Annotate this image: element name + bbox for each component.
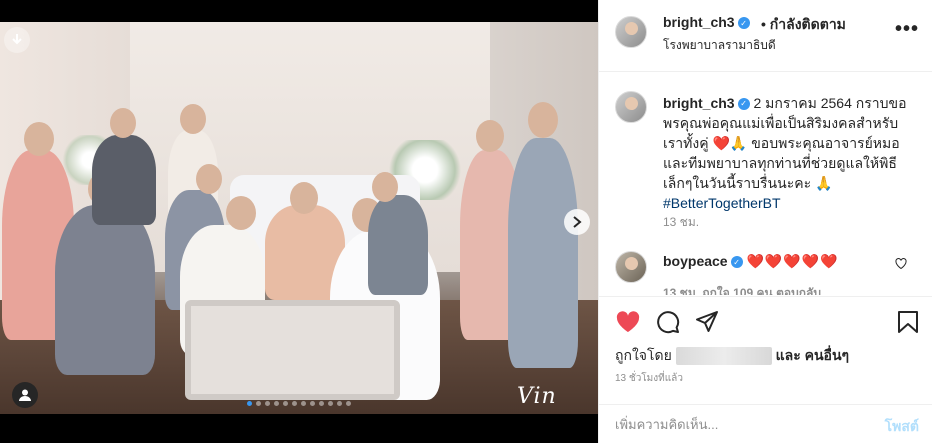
commenter-avatar[interactable] [615,251,647,283]
caption-hashtag[interactable]: #BetterTogetherBT [663,195,781,211]
liked-by-and: และ [775,347,801,363]
photo-person-head [226,196,256,230]
comment-input[interactable] [615,413,855,435]
verified-badge-icon: ✓ [737,98,750,111]
post-photo[interactable]: Vin [0,0,598,443]
carousel-dot [301,401,306,406]
carousel-dot [292,401,297,406]
comments-section: bright_ch3 ✓ 2 มกราคม 2564 กราบขอพรคุณพ่อ… [599,73,932,295]
caption-time[interactable]: 13 ชม. [663,213,699,232]
author-username-text[interactable]: bright_ch3 [663,14,735,30]
verified-badge-icon: ✓ [730,256,743,269]
photo-person [92,135,156,225]
photo-person-head [196,164,222,194]
liked-by-row: ถูกใจโดย และ คนอื่นๆ [615,345,849,367]
next-photo-button[interactable] [564,209,590,235]
post-location[interactable]: โรงพยาบาลรามาธิบดี [663,36,776,55]
heart-outline-icon [895,258,907,270]
comment-item: boypeace ✓ ❤️❤️❤️❤️❤️ [663,253,839,270]
author-username[interactable]: bright_ch3 ✓ [663,14,750,30]
carousel-dot [256,401,261,406]
carousel-dot [265,401,270,406]
following-button[interactable]: • กำลังติดตาม [761,14,846,36]
photo-person [508,138,578,368]
download-icon[interactable] [4,27,30,53]
liked-by-others-link[interactable]: คนอื่นๆ [805,347,849,363]
instagram-post-modal: Vin bright_ch3 ✓ • กำลังติดตาม โรงพยาบาลร… [0,0,932,443]
photo-person [55,205,155,375]
post-timestamp[interactable]: 13 ชั่วโมงที่แล้ว [615,371,683,386]
carousel-dot [283,401,288,406]
author-avatar[interactable] [615,16,647,48]
heart-filled-icon [616,311,640,332]
save-button[interactable] [895,309,921,335]
user-icon [19,389,31,401]
photo-person-head [290,182,318,214]
comment-text: ❤️❤️❤️❤️❤️ [746,253,839,269]
like-button[interactable] [615,309,641,335]
carousel-dot [319,401,324,406]
more-options-button[interactable]: ••• [895,18,919,41]
carousel-dot [337,401,342,406]
post-comment-button[interactable]: โพสต์ [885,416,919,438]
caption-username[interactable]: bright_ch3 [663,95,735,111]
photo-bed-footboard [185,300,400,400]
letterbox-top [0,0,598,22]
photographer-signature: Vin [517,384,557,409]
photo-person-head [372,172,398,202]
share-button[interactable] [694,309,720,335]
photo-person-head [476,120,504,152]
verified-badge-icon: ✓ [737,17,750,30]
arrow-down-icon [12,34,22,45]
post-actions: ถูกใจโดย และ คนอื่นๆ 13 ชั่วโมงที่แล้ว [599,296,932,404]
caption-author-avatar[interactable] [615,91,647,123]
comment-meta-row[interactable]: 13 ชม. ถูกใจ 109 คน ตอบกลับ [663,284,821,295]
photo-person-head [110,108,136,138]
carousel-dots [0,401,598,406]
photo-person-head [24,122,54,156]
chevron-right-icon [573,216,582,228]
paper-plane-icon [696,311,718,332]
comment-username[interactable]: boypeace [663,253,728,269]
post-caption: bright_ch3 ✓ 2 มกราคม 2564 กราบขอพรคุณพ่อ… [663,93,913,213]
letterbox-bottom [0,414,598,443]
carousel-dot [310,401,315,406]
photo-person-head [528,102,558,138]
photo-person [368,195,428,295]
add-comment-bar: โพสต์ [599,404,932,443]
comment-like-button[interactable] [895,258,907,272]
post-header: bright_ch3 ✓ • กำลังติดตาม โรงพยาบาลรามาธ… [599,0,932,72]
comment-bubble-icon [657,311,680,334]
photo-person-head [180,104,206,134]
bookmark-icon [898,311,918,333]
comment-button[interactable] [655,309,681,335]
carousel-dot [247,401,252,406]
carousel-dot [328,401,333,406]
carousel-dot [274,401,279,406]
post-side-panel: bright_ch3 ✓ • กำลังติดตาม โรงพยาบาลรามาธ… [598,0,932,443]
carousel-dot [346,401,351,406]
liked-by-prefix: ถูกใจโดย [615,347,672,363]
blurred-liker-name [675,347,772,366]
